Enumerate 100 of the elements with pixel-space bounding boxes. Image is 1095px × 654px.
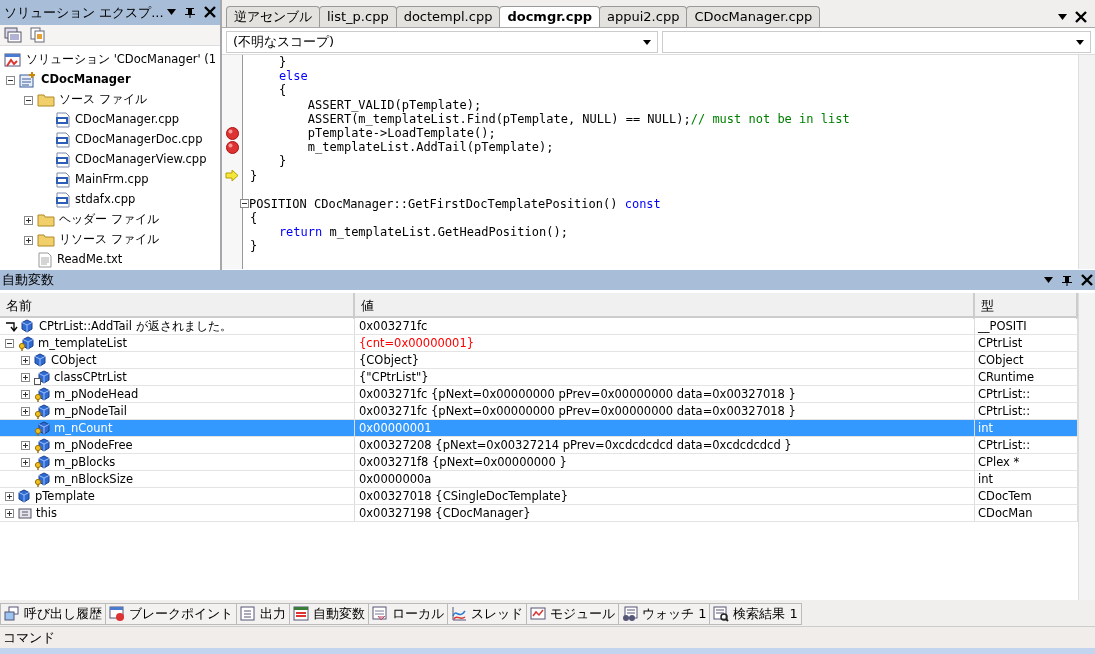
editor-tab[interactable]: docmgr.cpp [499,6,600,27]
dropdown-icon[interactable] [1058,14,1067,20]
variable-name: m_pNodeFree [54,437,133,453]
expand-toggle[interactable] [21,372,30,382]
variable-type: CDocMan [978,506,1033,520]
variable-row[interactable]: m_pNodeFree 0x00327208 {pNext=0x00327214 pPrev=0xcdcdcdcd data=0xcdcdcdcd } CPtrList:: [0,437,1078,454]
command-window-label[interactable]: コマンド [3,627,55,648]
collapse-toggle[interactable] [5,338,14,348]
file-item[interactable]: MainFrm.cpp [75,171,149,189]
expand-toggle[interactable] [5,508,14,518]
variable-row[interactable]: m_nBlockSize 0x0000000a int [0,471,1078,488]
file-item[interactable]: CDocManagerDoc.cpp [75,131,203,149]
variable-row[interactable]: pTemplate 0x00327018 {CSingleDocTemplate} CDocTem [0,488,1078,505]
search-icon [713,606,730,622]
expand-toggle[interactable] [24,215,33,225]
caret-icon [1076,40,1084,46]
tool-window-tab[interactable]: 検索結果 1 [709,603,802,625]
file-item[interactable]: ReadMe.txt [57,251,123,269]
folder-icon [37,93,55,107]
variable-name: m_templateList [38,335,127,351]
list-window-icon[interactable] [4,26,22,43]
code-line: } [250,168,258,183]
variable-type: CObject [978,353,1024,367]
output-icon [240,606,256,622]
cube-key-icon [34,471,50,487]
tree-node[interactable]: リソース ファイル [59,231,159,249]
caret-icon [643,40,651,46]
tool-window-tab[interactable]: ブレークポイント [105,603,237,625]
variable-type: __POSITI [978,319,1027,333]
variable-type: CDocTem [978,489,1032,503]
column-header[interactable]: 名前 [0,293,355,319]
tool-window-tab[interactable]: ローカル [368,603,448,625]
variable-type: CPtrList:: [978,404,1031,418]
cube-key-icon [34,403,50,419]
collapse-toggle[interactable] [24,95,33,105]
scrollbar[interactable] [1078,55,1095,269]
variable-value: {CObject} [359,353,420,367]
pin-icon[interactable] [1061,274,1073,286]
variable-row[interactable]: this 0x00327198 {CDocManager} CDocMan [0,505,1078,522]
close-icon[interactable] [204,6,216,19]
tree-node[interactable]: ソリューション 'CDocManager' (1 [26,51,217,69]
variable-type: CPtrList:: [978,438,1031,452]
pages-icon[interactable] [30,26,46,43]
variable-row[interactable]: m_pBlocks 0x003271f8 {pNext=0x00000000 } CPlex * [0,454,1078,471]
solution-icon [4,52,22,68]
cube-icon [18,489,31,503]
cube-key-icon [34,437,50,453]
tree-node[interactable]: CDocManager [41,71,131,89]
code-line: { [277,83,287,98]
pin-icon[interactable] [184,6,196,19]
variable-row[interactable]: classCPtrList {"CPtrList"} CRuntime [0,369,1078,386]
variable-row[interactable]: m_templateList {cnt=0x00000001} CPtrList [0,335,1078,352]
tool-window-tab[interactable]: 自動変数 [289,603,369,625]
collapse-toggle[interactable] [6,75,15,85]
dropdown-icon[interactable] [167,9,176,16]
collapse-toggle[interactable] [240,199,249,209]
tool-window-tab[interactable]: ウォッチ 1 [618,603,711,625]
editor-tab[interactable]: doctempl.cpp [395,6,501,27]
variable-type: int [978,472,993,486]
variable-name: CObject [51,352,97,368]
editor-tab[interactable]: appui2.cpp [599,6,688,27]
file-item[interactable]: CDocManagerView.cpp [75,151,207,169]
dropdown-icon[interactable] [1044,277,1053,283]
expand-toggle[interactable] [21,440,30,450]
variable-type: CPtrList [978,336,1023,350]
variable-type: CRuntime [978,370,1035,384]
variable-row[interactable]: m_pNodeHead 0x003271fc {pNext=0x00000000 pPrev=0x00000000 data=0x00327018 } CPtrList:: [0,386,1078,403]
file-item[interactable]: stdafx.cpp [75,191,136,209]
tool-window-tab[interactable]: 呼び出し履歴 [0,603,106,625]
tree-node[interactable]: ヘッダー ファイル [59,211,159,229]
file-item[interactable]: CDocManager.cpp [75,111,180,129]
editor-tab[interactable]: 逆アセンブル [226,6,320,27]
editor-tab[interactable]: list_p.cpp [319,6,397,27]
variable-name: m_nBlockSize [54,471,133,487]
scrollbar[interactable] [1078,293,1095,600]
code-line: pTemplate->LoadTemplate(); [306,125,496,141]
tool-window-tab[interactable]: モジュール [526,603,619,625]
editor-tab[interactable]: CDocManager.cpp [686,6,821,27]
tool-window-tab[interactable]: 出力 [236,603,290,625]
close-icon[interactable] [1075,11,1087,23]
expand-toggle[interactable] [24,235,33,245]
scope-dropdown[interactable]: (不明なスコープ) [226,31,658,53]
code-line: ASSERT(m_templateList.Find(pTemplate, NULL) == NULL);// must not be in list [306,111,850,126]
expand-toggle[interactable] [5,491,14,501]
tool-window-tab[interactable]: スレッド [447,603,527,625]
code-line: return m_templateList.GetHeadPosition(); [277,225,568,240]
expand-toggle[interactable] [21,406,30,416]
expand-toggle[interactable] [21,355,30,365]
variable-name: m_pNodeTail [54,403,127,419]
breakpoint-window-icon [109,606,125,622]
expand-toggle[interactable] [21,389,30,399]
variable-row[interactable]: CObject {CObject} CObject [0,352,1078,369]
expand-toggle[interactable] [21,457,30,467]
close-icon[interactable] [1081,274,1093,286]
panel-title: 自動変数 [2,271,54,290]
column-header[interactable]: 値 [355,293,975,319]
tree-node[interactable]: ソース ファイル [59,91,147,109]
variable-row[interactable]: CPtrList::AddTail が返されました。 0x003271fc __POSITI [0,318,1078,335]
variable-name: m_pBlocks [54,454,116,470]
variable-value: 0x003271fc {pNext=0x00000000 pPrev=0x00000000 data=0x00327018 } [359,387,796,401]
